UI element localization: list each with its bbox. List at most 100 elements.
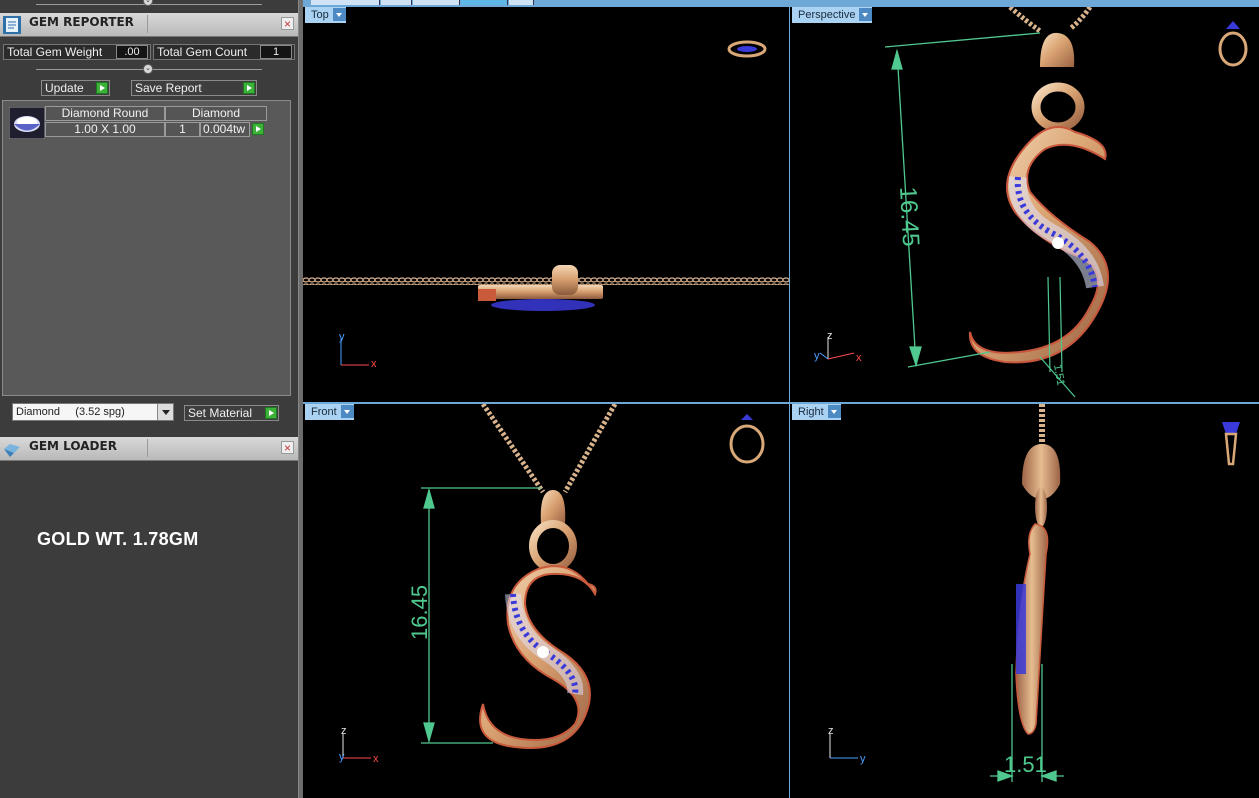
ring-nav-icon-front[interactable]: [729, 414, 765, 464]
strip-tab-right[interactable]: [461, 0, 508, 5]
diamond-round-icon: [9, 107, 45, 139]
viewport-label-perspective: Perspective: [798, 9, 856, 21]
perspective-render: 16.45 1.51 z x y: [814, 7, 1248, 398]
mid-splitter-knob[interactable]: ⌄: [143, 64, 153, 74]
gem-reporter-header: GEM REPORTER ×: [0, 13, 298, 37]
svg-text:z: z: [341, 725, 347, 737]
set-material-button-label: Set Material: [188, 406, 253, 420]
splitter-knob[interactable]: ⌄: [143, 0, 153, 6]
total-count-value: 1: [260, 45, 292, 59]
gem-material: Diamond: [165, 106, 267, 121]
gold-weight-annotation: GOLD WT. 1.78GM: [37, 529, 199, 549]
update-play-icon: [96, 82, 108, 94]
chain-front: [480, 404, 618, 494]
svg-text:x: x: [373, 753, 379, 765]
chevron-down-icon[interactable]: [340, 405, 354, 418]
top-splitter[interactable]: ⌄: [0, 0, 298, 10]
center-diamond-front: [537, 646, 549, 658]
viewport-tag-front[interactable]: Front: [305, 404, 354, 420]
gems-top: [491, 299, 595, 311]
set-material-button[interactable]: Set Material: [184, 405, 279, 421]
gem-reporter-close-icon[interactable]: ×: [281, 17, 294, 30]
gem-size: 1.00 X 1.00: [45, 122, 165, 137]
dimension-thickness-text-right: 1.51: [1004, 752, 1047, 777]
gem-reporter-icon: [3, 16, 21, 34]
dimension-height-text-perspective: 16.45: [894, 186, 924, 247]
chain-perspective: [1008, 7, 1093, 34]
strip-tab-extra[interactable]: [509, 0, 534, 5]
svg-text:x: x: [371, 358, 377, 370]
update-button[interactable]: Update: [41, 80, 110, 96]
gem-shape: Diamond Round: [45, 106, 165, 121]
pendant-top-body: [478, 285, 603, 299]
jump-ring-perspective: [1031, 82, 1085, 132]
material-select-value: Diamond (3.52 spg): [16, 406, 125, 418]
gem-count: 1: [165, 122, 200, 137]
total-count-label: Total Gem Count: [157, 45, 248, 59]
chevron-down-icon[interactable]: [859, 8, 873, 21]
viewport-label-front: Front: [311, 406, 337, 418]
top-view-render: y x: [303, 40, 789, 370]
material-select[interactable]: Diamond (3.52 spg): [12, 403, 174, 421]
svg-text:x: x: [856, 352, 862, 364]
pendant-top-edge: [478, 289, 496, 301]
chain-top: [303, 277, 789, 285]
jump-ring-right: [1035, 487, 1047, 527]
ring-nav-icon[interactable]: [727, 40, 767, 58]
viewport-front[interactable]: 16.45 z x y Front: [303, 404, 789, 798]
svg-text:y: y: [339, 751, 345, 763]
svg-text:z: z: [828, 725, 834, 737]
center-diamond-perspective: [1052, 237, 1064, 249]
set-material-play-icon: [265, 407, 277, 419]
ring-nav-icon-perspective[interactable]: [1218, 21, 1248, 67]
viewport-right[interactable]: 1.51 z y Right: [790, 404, 1259, 798]
chevron-down-icon[interactable]: [157, 404, 173, 420]
gem-loader-title: GEM LOADER: [29, 439, 117, 453]
letter-s-perspective: [968, 126, 1109, 364]
gem-row-play-icon: [252, 123, 264, 135]
strip-tab-front[interactable]: [413, 0, 460, 5]
front-render: 16.45 z x y: [339, 404, 765, 765]
viewport-tag-top[interactable]: Top: [305, 7, 346, 23]
save-report-button-label: Save Report: [135, 81, 202, 95]
svg-text:y: y: [814, 350, 820, 362]
gem-loader-close-icon[interactable]: ×: [281, 441, 294, 454]
save-report-button[interactable]: Save Report: [131, 80, 257, 96]
viewport-top[interactable]: y x Top: [303, 7, 789, 402]
viewport-tab-strip: [303, 0, 1259, 7]
svg-text:z: z: [827, 330, 833, 342]
viewport-perspective[interactable]: 16.45 1.51 z x y Perspective: [790, 7, 1259, 402]
viewport-label-top: Top: [311, 9, 329, 21]
letter-s-front: [479, 565, 597, 749]
total-weight-label: Total Gem Weight: [7, 45, 103, 59]
strip-tab-top[interactable]: [381, 0, 412, 5]
gem-loader-header: GEM LOADER ×: [0, 437, 298, 461]
jump-ring-front: [529, 520, 577, 572]
bail-front: [540, 490, 566, 524]
gem-row-play-button[interactable]: [250, 122, 265, 137]
viewport-tag-perspective[interactable]: Perspective: [792, 7, 873, 23]
bail-top: [552, 265, 578, 295]
svg-text:y: y: [860, 753, 866, 765]
bail-perspective: [1040, 32, 1075, 67]
right-render: 1.51 z y: [828, 404, 1240, 782]
axis-gizmo-front: z x y: [339, 725, 379, 765]
viewport-tag-right[interactable]: Right: [792, 404, 841, 420]
update-button-label: Update: [45, 81, 84, 95]
chevron-down-icon[interactable]: [332, 8, 346, 21]
svg-text:y: y: [339, 331, 345, 343]
total-weight-value: .00: [116, 45, 148, 59]
viewport-label-right: Right: [798, 406, 824, 418]
strip-tab-perspective[interactable]: [311, 0, 380, 5]
pendant-nav-icon-right[interactable]: [1222, 422, 1240, 466]
axis-gizmo-right: z y: [828, 725, 866, 765]
gem-loader-icon: [4, 444, 20, 457]
gems-right: [1016, 584, 1026, 674]
chevron-down-icon[interactable]: [827, 405, 841, 418]
dimension-height-text-front: 16.45: [407, 585, 432, 640]
gem-list: Diamond Round Diamond 1.00 X 1.00 1 0.00…: [2, 100, 291, 396]
gem-weight: 0.004tw: [200, 122, 250, 137]
mid-splitter[interactable]: ⌄: [0, 64, 298, 75]
axis-gizmo-top: y x: [339, 331, 377, 370]
left-panel: ⌄ GEM REPORTER × Total Gem Weight .00 To…: [0, 0, 298, 798]
